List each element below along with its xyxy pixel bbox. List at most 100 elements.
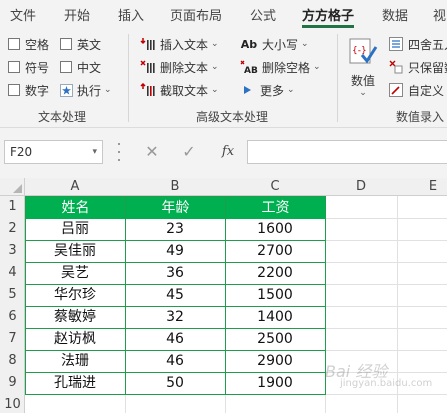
chevron-down-icon: ⌄ [104, 85, 112, 95]
checkbox-symbol[interactable]: 符号 [8, 58, 49, 76]
extract-text-label: 截取文本 [160, 83, 209, 98]
remove-space-icon: AB [240, 60, 258, 74]
table-cell[interactable]: 45 [125, 284, 225, 306]
more-button[interactable]: 更多 ⌄ [240, 81, 295, 99]
case-icon: Ab [240, 37, 258, 51]
row-header[interactable]: 9 [0, 372, 25, 394]
confirm-icon[interactable]: ✓ [178, 142, 200, 162]
custom-label: 自定义 [408, 83, 445, 98]
insert-text-icon [140, 37, 156, 51]
row-header[interactable]: 7 [0, 328, 25, 350]
table-cell[interactable]: 1600 [225, 218, 325, 240]
table-cell[interactable]: 赵访枫 [25, 328, 125, 350]
checkbox-box[interactable] [8, 84, 20, 96]
table-cell[interactable]: 吕丽 [25, 218, 125, 240]
keep-number-button[interactable]: 只保留数 [388, 58, 447, 76]
column-header-b[interactable]: B [125, 178, 225, 196]
table-cell[interactable]: 2500 [225, 328, 325, 350]
table-cell[interactable]: 46 [125, 328, 225, 350]
row-header[interactable]: 2 [0, 218, 25, 240]
formula-input[interactable] [247, 140, 447, 164]
custom-button[interactable]: 自定义 [388, 81, 444, 99]
row-header[interactable]: 1 [0, 196, 25, 218]
group-label-text-processing: 文本处理 [38, 110, 87, 124]
table-cell[interactable]: 2200 [225, 262, 325, 284]
name-box[interactable]: F20 ▾ [4, 140, 103, 164]
svg-text:{-}: {-} [352, 46, 367, 56]
table-cell[interactable]: 2900 [225, 350, 325, 372]
cancel-icon[interactable]: ✕ [141, 142, 163, 162]
column-header-c[interactable]: C [225, 178, 325, 196]
chevron-down-icon: ⌄ [359, 88, 367, 98]
row-header[interactable]: 10 [0, 394, 25, 413]
tab-insert[interactable]: 插入 [118, 5, 144, 25]
delete-text-button[interactable]: 删除文本 ⌄ [140, 58, 219, 76]
remove-space-label: 删除空格 [262, 60, 311, 75]
checkbox-english[interactable]: 英文 [60, 35, 101, 53]
chevron-down-icon: ⌄ [287, 85, 295, 95]
remove-space-button[interactable]: AB 删除空格 ⌄ [240, 58, 321, 76]
formula-bar-grip[interactable] [117, 143, 121, 161]
round-button[interactable]: 四舍五入 [388, 35, 447, 53]
table-header-cell[interactable]: 姓名 [26, 197, 125, 219]
checkbox-box[interactable] [60, 61, 72, 73]
row-header[interactable]: 4 [0, 262, 25, 284]
name-box-value: F20 [10, 145, 33, 159]
table-cell[interactable]: 吴艺 [25, 262, 125, 284]
row-header[interactable]: 8 [0, 350, 25, 372]
chevron-down-icon: ⌄ [313, 62, 321, 72]
table-cell[interactable]: 50 [125, 372, 225, 394]
checkbox-space[interactable]: 空格 [8, 35, 49, 53]
extract-text-button[interactable]: 截取文本 ⌄ [140, 81, 219, 99]
checkbox-label: 英文 [77, 37, 102, 52]
case-label: 大小写 [262, 37, 299, 52]
select-all-icon [13, 184, 22, 193]
tab-home[interactable]: 开始 [64, 5, 90, 25]
table-cell[interactable]: 蔡敏婷 [25, 306, 125, 328]
chevron-down-icon[interactable]: ▾ [92, 141, 97, 163]
ribbon-panel: 空格 英文 符号 中文 数字 执行 ⌄ 文本处理 插入文本 ⌄ 删除文本 ⌄ 截… [0, 28, 447, 128]
table-cell[interactable]: 吴佳丽 [25, 240, 125, 262]
table-cell[interactable]: 46 [125, 350, 225, 372]
table-cell[interactable]: 1500 [225, 284, 325, 306]
table-cell[interactable]: 32 [125, 306, 225, 328]
table-cell[interactable]: 1900 [225, 372, 325, 394]
table-header-cell[interactable]: 工资 [226, 197, 325, 219]
insert-text-label: 插入文本 [160, 37, 209, 52]
table-header-cell[interactable]: 年龄 [126, 197, 225, 219]
checkbox-label: 空格 [25, 37, 50, 52]
tab-file[interactable]: 文件 [10, 5, 36, 25]
checkbox-label: 符号 [25, 60, 50, 75]
numeric-value-button[interactable]: {-} 数值 ⌄ [344, 36, 382, 98]
tab-data[interactable]: 数据 [382, 5, 408, 25]
checkbox-chinese[interactable]: 中文 [60, 58, 101, 76]
tab-page-layout[interactable]: 页面布局 [170, 5, 222, 25]
table-cell[interactable]: 49 [125, 240, 225, 262]
select-all-button[interactable] [0, 178, 25, 196]
checkbox-box[interactable] [60, 38, 72, 50]
checkbox-box[interactable] [8, 38, 20, 50]
table-cell[interactable]: 法珊 [25, 350, 125, 372]
table-cell[interactable]: 华尔珍 [25, 284, 125, 306]
row-header[interactable]: 6 [0, 306, 25, 328]
column-header-a[interactable]: A [25, 178, 125, 196]
insert-function-button[interactable]: fx [217, 142, 239, 162]
tab-view[interactable]: 视 [433, 5, 446, 25]
column-header-d[interactable]: D [325, 178, 397, 196]
checkbox-box[interactable] [8, 61, 20, 73]
tab-fangfanggezi[interactable]: 方方格子 [302, 5, 355, 28]
row-header[interactable]: 5 [0, 284, 25, 306]
table-cell[interactable]: 2700 [225, 240, 325, 262]
tab-formulas[interactable]: 公式 [250, 5, 276, 25]
column-header-e[interactable]: E [397, 178, 447, 196]
insert-text-button[interactable]: 插入文本 ⌄ [140, 35, 219, 53]
table-cell[interactable]: 36 [125, 262, 225, 284]
checkbox-number[interactable]: 数字 [8, 81, 49, 99]
group-label-advanced-text: 高级文本处理 [196, 110, 269, 124]
table-cell[interactable]: 孔瑞进 [25, 372, 125, 394]
case-button[interactable]: Ab 大小写 ⌄ [240, 35, 309, 53]
row-header[interactable]: 3 [0, 240, 25, 262]
table-cell[interactable]: 23 [125, 218, 225, 240]
execute-button[interactable]: 执行 ⌄ [60, 81, 112, 99]
table-cell[interactable]: 1400 [225, 306, 325, 328]
